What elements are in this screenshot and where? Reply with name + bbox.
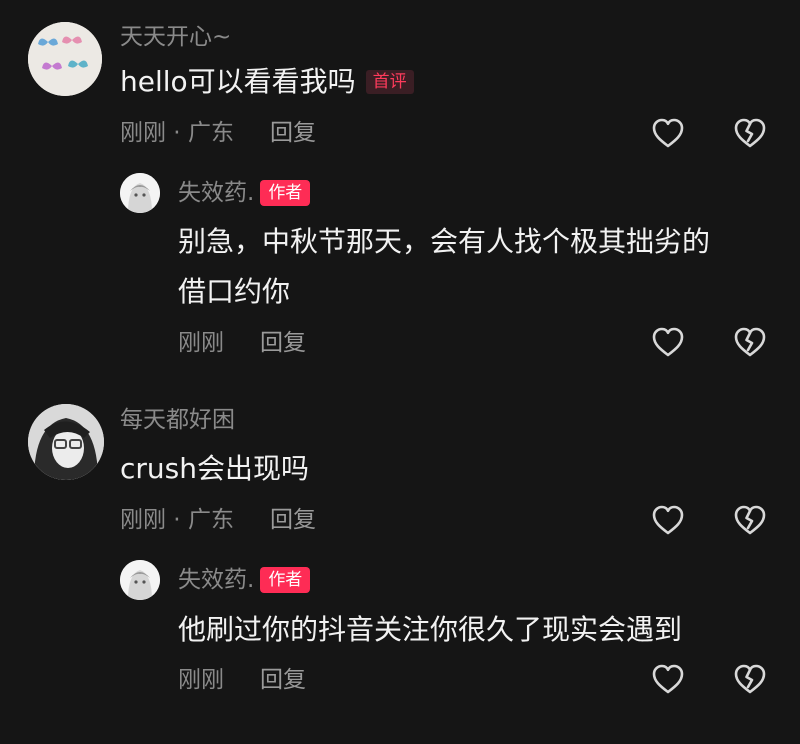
broken-heart-icon — [734, 505, 766, 535]
meta-separator: · — [166, 507, 188, 533]
avatar[interactable] — [28, 404, 104, 480]
comment-text-line-2: 借口约你 — [178, 275, 291, 308]
heart-outline-icon — [652, 118, 684, 148]
comment-meta: 刚刚 · 广东 回复 — [120, 118, 316, 148]
timestamp: 刚刚 — [178, 667, 224, 693]
comment-text: hello可以看看我吗 首评 — [120, 58, 414, 106]
like-button[interactable] — [650, 324, 686, 360]
username-text: 失效药. — [178, 567, 255, 593]
dislike-button[interactable] — [732, 661, 768, 697]
dislike-button[interactable] — [732, 115, 768, 151]
comment-meta: 刚刚 回复 — [178, 665, 306, 695]
username[interactable]: 失效药. 作者 — [178, 178, 311, 208]
dislike-button[interactable] — [732, 502, 768, 538]
avatar[interactable] — [28, 22, 102, 96]
comment-text: crush会出现吗 — [120, 452, 309, 485]
username[interactable]: 每天都好困 — [120, 405, 235, 435]
like-button[interactable] — [650, 115, 686, 151]
timestamp: 刚刚 — [120, 120, 166, 146]
heart-outline-icon — [652, 664, 684, 694]
reply-button[interactable]: 回复 — [270, 120, 316, 146]
reply-button[interactable]: 回复 — [260, 330, 306, 356]
author-badge: 作者 — [260, 567, 311, 593]
reply-button[interactable]: 回复 — [260, 667, 306, 693]
reply-button[interactable]: 回复 — [270, 507, 316, 533]
location: 广东 — [187, 507, 234, 533]
avatar[interactable] — [120, 560, 160, 600]
butterflies-avatar-image — [28, 22, 102, 96]
comment-text-body: hello可以看看我吗 — [120, 65, 356, 98]
heart-outline-icon — [652, 327, 684, 357]
portrait-avatar-image — [28, 404, 104, 480]
meta-separator: · — [166, 120, 188, 146]
like-button[interactable] — [650, 661, 686, 697]
anime-avatar-image — [120, 173, 160, 213]
timestamp: 刚刚 — [120, 507, 166, 533]
broken-heart-icon — [734, 664, 766, 694]
author-badge: 作者 — [260, 180, 311, 206]
first-comment-badge: 首评 — [365, 70, 414, 94]
broken-heart-icon — [734, 118, 766, 148]
broken-heart-icon — [734, 327, 766, 357]
comment-meta: 刚刚 回复 — [178, 328, 306, 358]
username-text: 失效药. — [178, 180, 255, 206]
dislike-button[interactable] — [732, 324, 768, 360]
timestamp: 刚刚 — [178, 330, 224, 356]
comment-text: 他刷过你的抖音关注你很久了现实会遇到 — [178, 613, 683, 646]
heart-outline-icon — [652, 505, 684, 535]
avatar[interactable] — [120, 173, 160, 213]
like-button[interactable] — [650, 502, 686, 538]
comment-meta: 刚刚 · 广东 回复 — [120, 505, 316, 535]
comment-text-line-1: 别急，中秋节那天，会有人找个极其拙劣的 — [178, 225, 711, 258]
location: 广东 — [187, 120, 234, 146]
username[interactable]: 天天开心~ — [120, 22, 231, 52]
username[interactable]: 失效药. 作者 — [178, 565, 311, 595]
anime-avatar-image — [120, 560, 160, 600]
